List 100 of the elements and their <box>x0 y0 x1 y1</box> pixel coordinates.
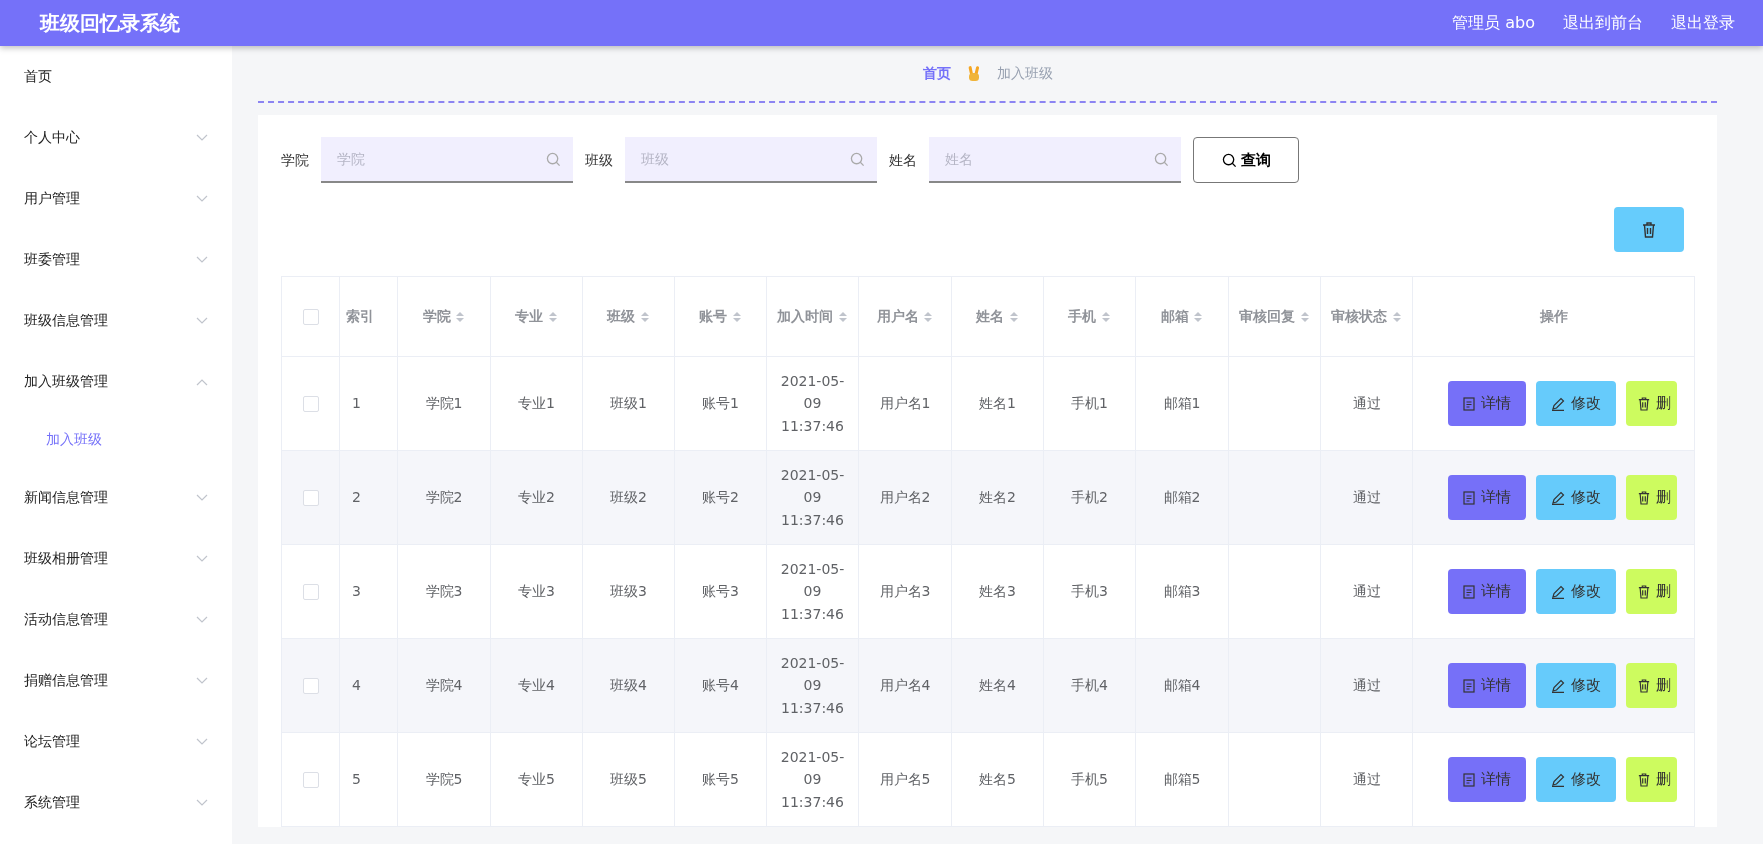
sort-icon[interactable] <box>923 310 934 324</box>
sort-icon[interactable] <box>1008 310 1019 324</box>
header-link[interactable]: 管理员 abo <box>1452 11 1535 35</box>
search-button[interactable]: 查询 <box>1193 137 1299 183</box>
table-cell-text: 班级5 <box>610 770 647 790</box>
edit-button[interactable]: 修改 <box>1536 381 1616 426</box>
sidebar-subitem[interactable]: 加入班级 <box>0 412 232 467</box>
search-field[interactable]: 姓名 <box>929 137 1181 183</box>
sort-icon[interactable] <box>639 310 650 324</box>
table-cell-text: 邮箱4 <box>1163 676 1201 696</box>
field-label: 班级 <box>585 150 613 170</box>
column-header: 审核状态 <box>1331 308 1388 324</box>
table-cell-text: 通过 <box>1352 394 1381 414</box>
sort-icon[interactable] <box>731 310 742 324</box>
table-cell-text: 班级3 <box>610 582 647 602</box>
sort-icon[interactable] <box>455 310 466 324</box>
sort-icon[interactable] <box>547 310 558 324</box>
table-cell-text: 用户名1 <box>879 394 931 414</box>
delete-button[interactable]: 删 <box>1626 381 1677 426</box>
search-field[interactable]: 班级 <box>625 137 877 183</box>
table-cell-text: 专业2 <box>518 488 555 508</box>
sidebar-item[interactable]: 论坛管理 <box>0 711 232 772</box>
sidebar-item[interactable]: 个人中心 <box>0 107 232 168</box>
app-title: 班级回忆录系统 <box>40 10 180 37</box>
checkbox[interactable] <box>302 584 319 600</box>
table-cell-text: 专业4 <box>518 676 555 696</box>
header-link[interactable]: 退出到前台 <box>1563 11 1643 35</box>
trash-icon <box>1638 584 1650 599</box>
edit-button[interactable]: 修改 <box>1536 569 1616 614</box>
column-header: 班级 <box>607 308 636 324</box>
table-cell-text: 2021-05-09 11:37:46 <box>779 559 846 624</box>
delete-button[interactable]: 删 <box>1626 757 1677 802</box>
checkbox[interactable] <box>302 396 319 412</box>
sidebar-item[interactable]: 班委管理 <box>0 229 232 290</box>
column-header: 操作 <box>1539 308 1568 324</box>
column-header: 账号 <box>699 308 728 324</box>
sidebar-item[interactable]: 活动信息管理 <box>0 589 232 650</box>
table-cell-text: 姓名4 <box>979 676 1016 696</box>
trash-icon <box>1638 678 1650 693</box>
trash-icon <box>1638 490 1650 505</box>
table-cell-text: 通过 <box>1352 488 1381 508</box>
document-icon <box>1463 584 1475 599</box>
search-icon <box>1221 152 1237 168</box>
table-cell-text: 学院1 <box>425 394 463 414</box>
table-cell-text: 手机3 <box>1071 582 1108 602</box>
sidebar-item[interactable]: 系统管理 <box>0 772 232 833</box>
sort-icon[interactable] <box>1391 310 1402 324</box>
delete-button[interactable] <box>1614 207 1684 252</box>
header-link[interactable]: 退出登录 <box>1671 11 1735 35</box>
table-cell-text: 手机2 <box>1071 488 1108 508</box>
sidebar-item[interactable]: 新闻信息管理 <box>0 467 232 528</box>
checkbox[interactable] <box>302 772 319 788</box>
search-icon <box>546 152 561 167</box>
table-cell-text: 学院5 <box>425 770 463 790</box>
pencil-icon <box>1551 678 1565 693</box>
sidebar-item[interactable]: 用户管理 <box>0 168 232 229</box>
breadcrumb-link[interactable]: 首页 <box>922 63 951 84</box>
edit-button[interactable]: 修改 <box>1536 663 1616 708</box>
field-label: 姓名 <box>889 150 917 170</box>
table-cell-text: 1 <box>352 394 361 414</box>
sidebar-item[interactable]: 加入班级管理 <box>0 351 232 412</box>
table-cell-text: 通过 <box>1352 770 1381 790</box>
search-field[interactable]: 学院 <box>321 137 573 183</box>
table-cell-text: 邮箱1 <box>1163 394 1201 414</box>
trash-icon <box>1638 772 1650 787</box>
pencil-icon <box>1551 396 1565 411</box>
delete-button[interactable]: 删 <box>1626 569 1677 614</box>
delete-button[interactable]: 删 <box>1626 663 1677 708</box>
sort-icon[interactable] <box>1100 310 1111 324</box>
checkbox[interactable] <box>302 678 319 694</box>
table-cell-text: 专业5 <box>518 770 555 790</box>
sidebar-item[interactable]: 捐赠信息管理 <box>0 650 232 711</box>
table-cell-text: 账号1 <box>702 394 739 414</box>
table-cell-text: 学院2 <box>425 488 463 508</box>
table-cell-text: 班级2 <box>610 488 647 508</box>
delete-button[interactable]: 删 <box>1626 475 1677 520</box>
table-cell-text: 用户名2 <box>879 488 931 508</box>
table-cell-text: 5 <box>352 770 361 790</box>
table-cell-text: 用户名5 <box>879 770 931 790</box>
checkbox[interactable] <box>302 309 319 325</box>
table-cell-text: 通过 <box>1352 676 1381 696</box>
column-header: 专业 <box>515 308 544 324</box>
checkbox[interactable] <box>302 490 319 506</box>
edit-button[interactable]: 修改 <box>1536 757 1616 802</box>
table-cell-text: 班级4 <box>610 676 647 696</box>
sidebar-item[interactable]: 班级信息管理 <box>0 290 232 351</box>
table-cell-text: 3 <box>352 582 361 602</box>
pencil-icon <box>1551 772 1565 787</box>
sort-icon[interactable] <box>837 310 848 324</box>
column-header: 学院 <box>422 308 451 324</box>
table-cell-text: 邮箱3 <box>1163 582 1201 602</box>
table-cell-text: 姓名3 <box>979 582 1016 602</box>
sort-icon[interactable] <box>1193 310 1204 324</box>
column-header: 索引 <box>346 308 374 324</box>
table-cell-text: 2021-05-09 11:37:46 <box>779 371 846 436</box>
column-header: 用户名 <box>876 308 919 324</box>
sidebar-item[interactable]: 班级相册管理 <box>0 528 232 589</box>
sort-icon[interactable] <box>1299 310 1310 324</box>
edit-button[interactable]: 修改 <box>1536 475 1616 520</box>
sidebar-item[interactable]: 首页 <box>0 46 232 107</box>
